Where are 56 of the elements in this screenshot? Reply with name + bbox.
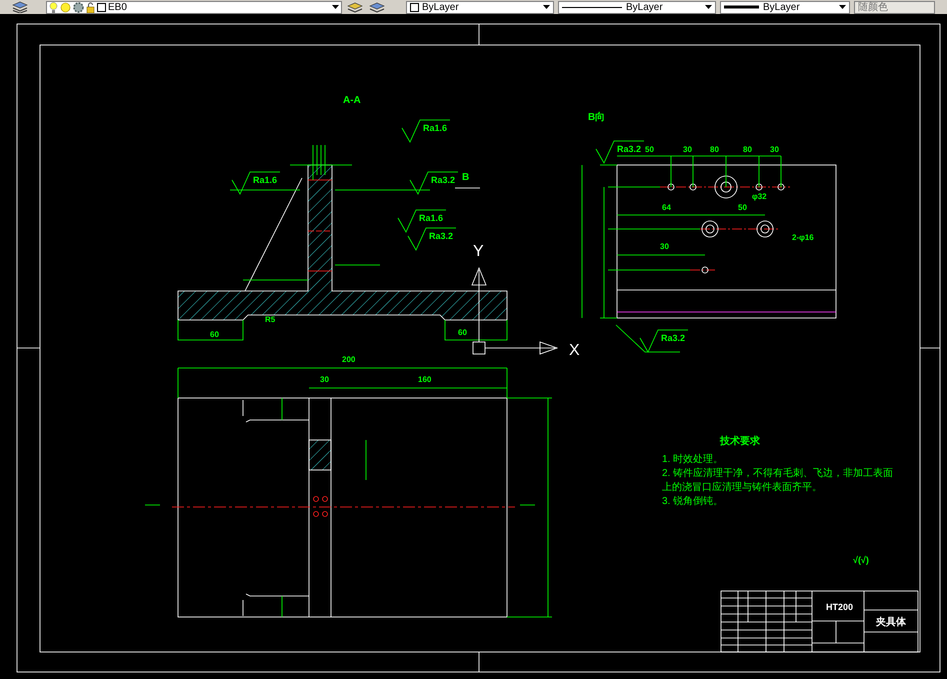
layer-stack-icon[interactable] [346,1,364,13]
axis-label: Y [473,243,484,260]
dimension-label: 30 [320,375,329,384]
view-label: A-A [343,95,361,106]
dimension-label: 50 [645,145,654,154]
dimension-label: 2-φ16 [792,233,814,242]
dimension-label: 160 [418,375,432,384]
linetype-dropdown[interactable]: ByLayer [558,0,716,14]
caret-icon [705,5,712,9]
axis-label: X [569,342,580,359]
layer-name: EB0 [108,0,128,14]
padlock-icon [86,2,95,12]
roughness-label: Ra3.2 [617,144,642,154]
roughness-label: √(√) [853,555,869,565]
requirement-line: 2. 铸件应清理干净，不得有毛刺、飞边，非加工表面 [662,468,894,479]
dimension-label: 80 [710,145,719,154]
roughness-label: Ra1.6 [253,175,278,185]
layer-dropdown[interactable]: EB0 [46,0,342,14]
roughness-label: Ra3.2 [661,333,686,343]
roughness-label: Ra3.2 [429,231,454,241]
view-label: B [462,172,470,183]
dimension-label: 60 [210,330,219,339]
dimension-label: 50 [738,203,747,212]
dimension-label: 200 [342,355,356,364]
roughness-label: Ra1.6 [423,123,448,133]
dimension-label: 60 [458,328,467,337]
dimension-label: 30 [683,145,692,154]
caret-icon [839,5,846,9]
lightbulb-icon [49,2,58,12]
roughness-label: Ra3.2 [431,175,456,185]
color-dropdown[interactable]: ByLayer [406,0,554,14]
requirement-line: 上的浇冒口应清理与铸件表面齐平。 [662,482,822,493]
dimension-label: φ32 [752,192,767,201]
dimension-label: 30 [770,145,779,154]
line-sample-icon [562,6,622,8]
color-swatch-icon [97,2,106,12]
color-swatch-icon [410,2,419,12]
dimension-label: R5 [265,315,276,324]
dimension-label: 30 [660,242,669,251]
requirements-title: 技术要求 [720,436,760,447]
caret-icon [332,5,339,9]
line-sample-icon [724,5,759,9]
material-label: HT200 [826,602,854,612]
layer-stack-icon[interactable] [368,1,386,13]
caret-icon [543,5,550,9]
requirement-line: 1. 时效处理。 [662,454,724,465]
layers-icon[interactable] [12,1,28,13]
requirement-line: 3. 锐角倒钝。 [662,496,724,507]
gear-icon [73,2,84,12]
roughness-label: Ra1.6 [419,213,444,223]
lineweight-dropdown[interactable]: ByLayer [720,0,850,14]
plot-style-dropdown[interactable]: 随颜色 [854,0,935,14]
view-label: B向 [588,112,606,123]
dimension-label: 80 [743,145,752,154]
part-name: 夹具体 [876,617,906,628]
dimension-label: 64 [662,203,671,212]
